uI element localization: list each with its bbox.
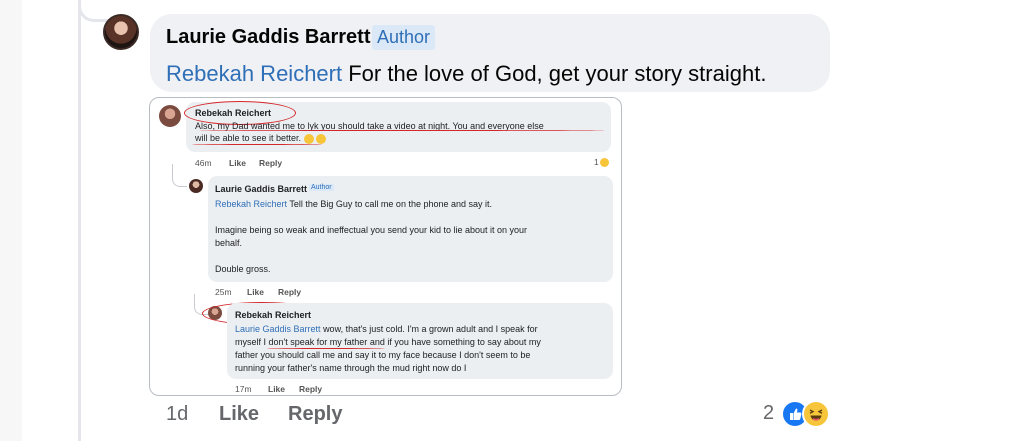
laughing-emoji-icon — [316, 133, 327, 144]
embedded-comment-text: Laurie Gaddis Barrett wow, that's just c… — [235, 323, 538, 335]
embedded-reply: Reply — [299, 384, 323, 394]
embedded-avatar — [159, 105, 181, 127]
haha-icon — [599, 158, 609, 168]
embedded-comment-text: father you should call me and say it to … — [235, 350, 531, 360]
embedded-reply: Reply — [259, 158, 283, 168]
reply-button[interactable]: Reply — [288, 403, 342, 426]
embedded-text-span: Tell the Big Guy to call me on the phone… — [289, 199, 493, 209]
embedded-count: 1 — [594, 157, 599, 167]
embedded-thread-connector — [172, 164, 187, 187]
embedded-comment-text: behalf. — [215, 238, 243, 248]
embedded-like: Like — [268, 384, 286, 394]
embedded-text-span: and if you have something to say about m… — [369, 337, 541, 347]
embedded-comment-text: Imagine being so weak and ineffectual yo… — [215, 225, 528, 235]
embedded-like: Like — [247, 287, 265, 297]
embedded-text-span: I don't speak for my father — [263, 337, 368, 347]
embedded-comment-text: myself I don't speak for my father and i… — [235, 336, 541, 348]
attached-screenshot[interactable]: Rebekah Reichert Also, my Dad wanted me … — [149, 97, 622, 396]
left-panel-edge — [0, 0, 22, 441]
embedded-comment-text: will be able to see it better. — [195, 132, 327, 144]
embedded-comment-author: Laurie Gaddis Barrett — [215, 184, 308, 194]
like-button[interactable]: Like — [219, 403, 259, 426]
embedded-mention: Laurie Gaddis Barrett — [235, 324, 321, 334]
comment-text: Rebekah Reichert For the love of God, ge… — [166, 61, 766, 87]
red-annotation-underline — [192, 144, 322, 145]
author-badge: Author — [372, 25, 436, 50]
embedded-comment-text: Rebekah Reichert Tell the Big Guy to cal… — [215, 198, 492, 210]
thread-connector — [78, 0, 108, 22]
comment-timestamp[interactable]: 1d — [166, 403, 188, 426]
rofl-emoji-icon — [303, 133, 314, 144]
reaction-count[interactable]: 2 — [763, 402, 774, 425]
embedded-comment-text: Double gross. — [215, 264, 271, 274]
laughing-face-glyph — [809, 409, 823, 421]
embedded-text-span: will be able to see it better. — [195, 133, 302, 143]
embedded-text-span: wow, that's just cold. I'm a grown adult… — [323, 324, 538, 334]
avatar[interactable] — [103, 14, 139, 50]
embedded-comment-author: Rebekah Reichert — [235, 310, 312, 320]
embedded-avatar — [189, 179, 203, 193]
embedded-reply: Reply — [278, 287, 302, 297]
embedded-text-span: myself — [235, 337, 262, 347]
haha-icon[interactable] — [802, 400, 830, 428]
comment-author[interactable]: Laurie Gaddis Barrett — [166, 26, 371, 49]
embedded-timestamp: 46m — [195, 158, 212, 168]
embedded-timestamp: 17m — [235, 384, 252, 394]
embedded-like: Like — [229, 158, 247, 168]
embedded-author-badge: Author — [309, 184, 334, 191]
embedded-comment-text: running your father's name through the m… — [235, 363, 467, 373]
red-annotation-underline — [198, 130, 606, 131]
mention-link[interactable]: Rebekah Reichert — [166, 61, 342, 86]
embedded-timestamp: 25m — [215, 287, 232, 297]
comment-body: For the love of God, get your story stra… — [348, 61, 767, 86]
embedded-mention: Rebekah Reichert — [215, 199, 288, 209]
embedded-reaction-count: 1 — [594, 157, 609, 168]
thread-line — [78, 0, 81, 441]
